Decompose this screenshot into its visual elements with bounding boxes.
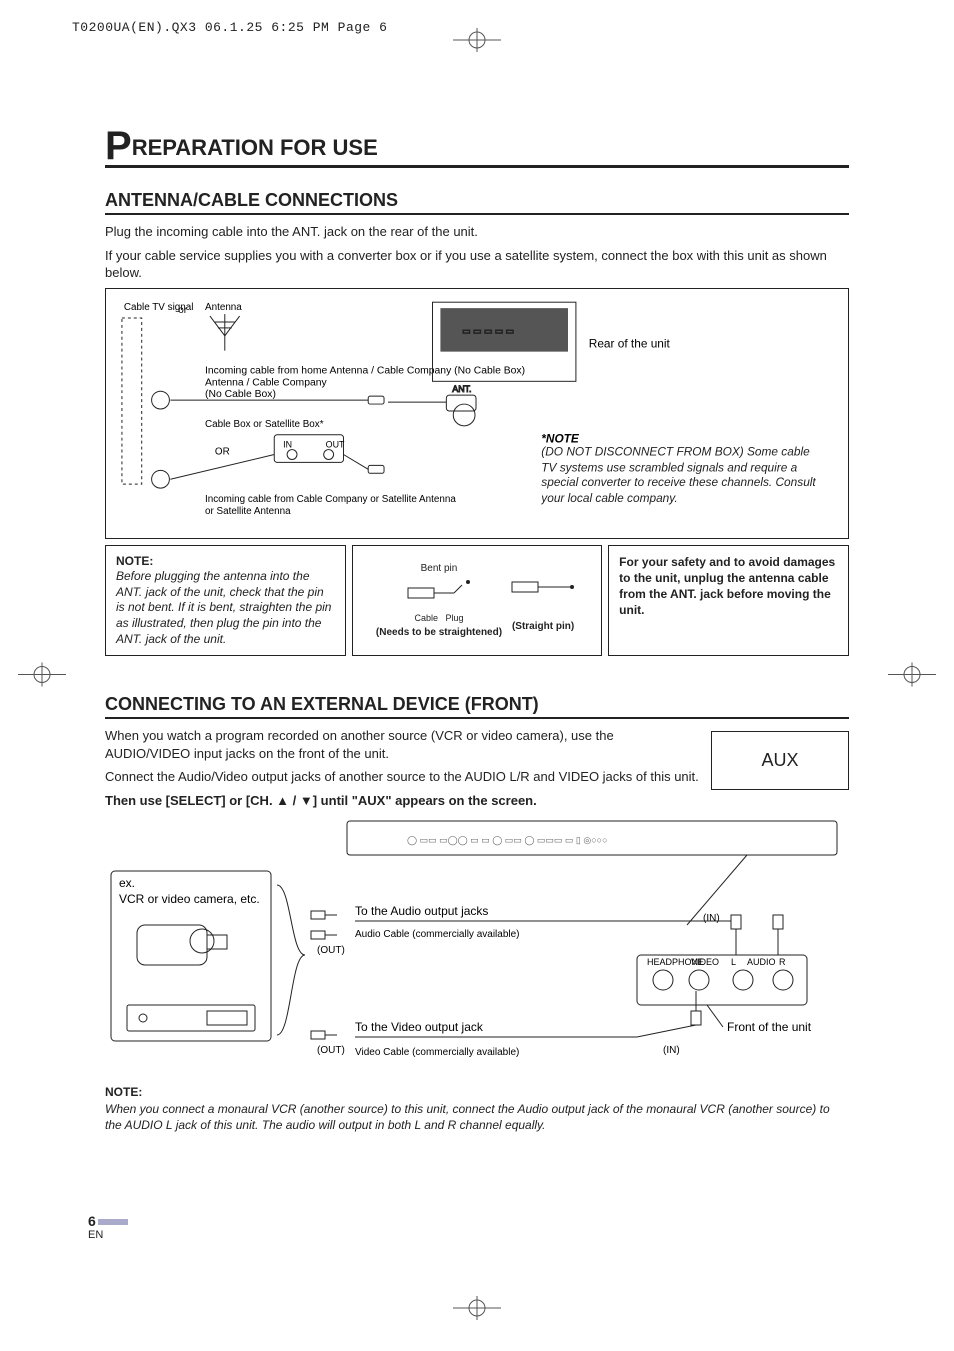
label-source: VCR or video camera, etc.: [119, 892, 260, 906]
label-l: L: [731, 957, 736, 967]
footnote-title: NOTE:: [105, 1085, 142, 1099]
svg-text:or Satellite Antenna: or Satellite Antenna: [205, 505, 291, 516]
label-straight-pin: (Straight pin): [508, 621, 578, 632]
svg-text:Antenna / Cable Company: Antenna / Cable Company: [205, 377, 328, 388]
svg-text:◯ ▭▭ ▭◯◯ ▭ ▭ ◯ ▭▭ ◯ ▭▭▭ ▭: ◯ ▭▭ ▭◯◯ ▭ ▭ ◯ ▭▭ ◯ ▭▭▭ ▭ ▯ ◎○○○: [407, 835, 608, 846]
label-in1: (IN): [703, 913, 720, 924]
label-out2: (OUT): [317, 1045, 345, 1056]
label-needs-straighten: (Needs to be straightened): [376, 627, 502, 638]
note-title: NOTE:: [116, 554, 153, 568]
paragraph: Plug the incoming cable into the ANT. ja…: [105, 223, 849, 241]
vcr-icon: [127, 1005, 255, 1031]
label-ex: ex.: [119, 876, 135, 890]
label-audio-cable: Audio Cable (commercially available): [355, 929, 520, 940]
label-video: VIDEO: [691, 957, 719, 967]
label-or-big: OR: [215, 446, 230, 457]
diagram-svg: Cable TV signal or Antenna Incoming cabl…: [116, 295, 838, 525]
plug-out-icon: [311, 911, 337, 919]
paragraph-bold: Then use [SELECT] or [CH. ▲ / ▼] until "…: [105, 792, 849, 810]
label-to-audio: To the Audio output jacks: [355, 904, 488, 918]
label-ant: ANT.: [452, 384, 471, 394]
label-or: or: [178, 305, 187, 316]
note-safety: For your safety and to avoid damages to …: [608, 545, 849, 657]
page-title: PREPARATION FOR USE: [105, 135, 849, 168]
paragraph: If your cable service supplies you with …: [105, 247, 849, 282]
print-slug: T0200UA(EN).QX3 06.1.25 6:25 PM Page 6: [72, 20, 387, 35]
label-video-cable: Video Cable (commercially available): [355, 1047, 519, 1058]
page-number: 6 EN: [88, 1213, 128, 1241]
label-out1: (OUT): [317, 945, 345, 956]
note-pin-illustration: Bent pin Cable Plug (Needs to be straigh…: [352, 545, 602, 657]
straight-pin-icon: [508, 568, 578, 604]
footnote: NOTE: When you connect a monaural VCR (a…: [105, 1084, 849, 1133]
section-title-antenna: ANTENNA/CABLE CONNECTIONS: [105, 190, 849, 215]
footnote-body: When you connect a monaural VCR (another…: [105, 1102, 830, 1132]
aux-indicator: AUX: [711, 731, 849, 790]
note-star-title: *NOTE: [541, 431, 580, 445]
label-audio: AUDIO: [747, 957, 776, 967]
label-incoming-home: Incoming cable from home Antenna / Cable…: [205, 365, 525, 376]
label-cable: Cable: [414, 613, 438, 623]
label-in: IN: [283, 439, 292, 449]
antenna-icon: [210, 314, 240, 351]
coax-cable-icon: [170, 396, 384, 404]
camcorder-icon: [137, 925, 227, 965]
bent-pin-icon: [404, 574, 474, 610]
label-cable-box: Cable Box or Satellite Box*: [205, 418, 324, 429]
title-text: REPARATION FOR USE: [132, 135, 378, 160]
note-star-body: (DO NOT DISCONNECT FROM BOX) Some cable …: [541, 444, 828, 506]
label-to-video: To the Video output jack: [355, 1020, 484, 1034]
plug-in-icon: [731, 915, 741, 955]
label-plug: Plug: [446, 613, 464, 623]
svg-text:(No Cable Box): (No Cable Box): [205, 389, 276, 400]
crop-mark-bottom: [447, 1296, 507, 1323]
note-body: Before plugging the antenna into the ANT…: [116, 569, 331, 645]
unit-rear-icon: ▭ ▭ ▭ ▭ ▭ ANT.: [388, 302, 576, 426]
crop-mark-top: [447, 28, 507, 55]
label-antenna: Antenna: [205, 302, 242, 313]
label-in2: (IN): [663, 1045, 680, 1056]
label-out: OUT: [326, 439, 345, 449]
title-dropcap: P: [105, 124, 132, 168]
diagram-antenna-connections: Cable TV signal or Antenna Incoming cabl…: [105, 288, 849, 539]
crop-mark-right: [882, 662, 942, 689]
label-incoming-company: Incoming cable from Cable Company or Sat…: [205, 494, 456, 505]
diagram-external-device: ◯ ▭▭ ▭◯◯ ▭ ▭ ◯ ▭▭ ◯ ▭▭▭ ▭ ▯ ◎○○○ ex. VCR…: [105, 815, 849, 1075]
label-rear: Rear of the unit: [589, 336, 671, 350]
crop-mark-left: [12, 662, 72, 689]
svg-text:▭ ▭ ▭ ▭ ▭: ▭ ▭ ▭ ▭ ▭: [462, 325, 514, 335]
label-front: Front of the unit: [727, 1020, 812, 1034]
label-r: R: [779, 957, 786, 967]
wall-plate-icon: [122, 318, 142, 484]
section-title-external: CONNECTING TO AN EXTERNAL DEVICE (FRONT): [105, 694, 849, 719]
note-row: NOTE: Before plugging the antenna into t…: [105, 545, 849, 657]
label-bent-pin: Bent pin: [376, 563, 502, 574]
note-bent-pin: NOTE: Before plugging the antenna into t…: [105, 545, 346, 657]
